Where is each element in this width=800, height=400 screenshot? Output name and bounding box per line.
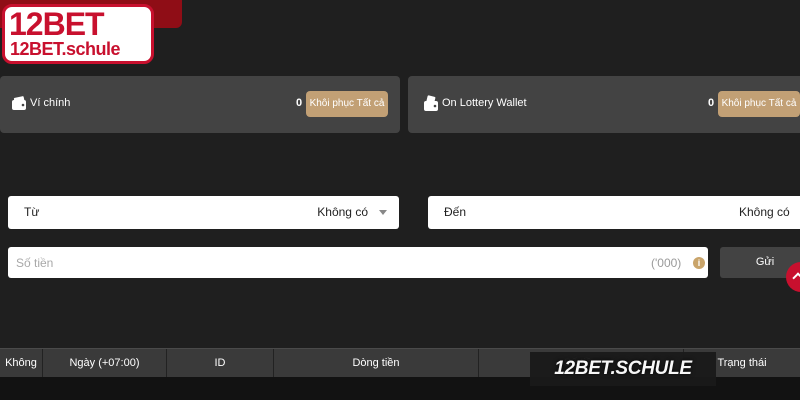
wallet-card-lottery: On Lottery Wallet 0 Khôi phục Tất cả <box>408 76 800 133</box>
to-wallet-select[interactable]: Đến Không có <box>428 196 800 229</box>
to-label: Đến <box>444 205 467 219</box>
amount-unit-label: ('000) <box>651 256 682 270</box>
amount-input[interactable] <box>16 247 636 278</box>
brand-logo[interactable]: 12BET 12BET.schule <box>2 4 154 64</box>
chevron-down-icon <box>379 210 387 215</box>
wallet-balance: 0 <box>296 97 303 109</box>
wallet-cards-icon <box>424 95 438 111</box>
column-header[interactable]: Không <box>0 349 43 378</box>
column-header[interactable]: Ngày (+07:00) <box>43 349 167 378</box>
wallet-label: Ví chính <box>30 97 71 109</box>
from-wallet-select[interactable]: Từ Không có <box>8 196 399 229</box>
wallet-icon <box>12 96 26 110</box>
wallet-label: On Lottery Wallet <box>442 97 527 109</box>
watermark: 12BET.SCHULE <box>530 352 716 386</box>
to-value: Không có <box>739 205 790 219</box>
column-header[interactable]: Dòng tiền <box>274 349 479 378</box>
column-header[interactable]: ID <box>167 349 274 378</box>
restore-all-button[interactable]: Khôi phục Tất cả <box>306 91 388 117</box>
amount-field-container: ('000) i <box>8 247 708 278</box>
wallet-card-main: Ví chính 0 Khôi phục Tất cả <box>0 76 400 133</box>
info-icon[interactable]: i <box>693 257 705 269</box>
wallet-balance: 0 <box>708 97 715 109</box>
logo-subtext: 12BET.schule <box>10 39 121 59</box>
from-label: Từ <box>24 205 40 219</box>
restore-all-button[interactable]: Khôi phục Tất cả <box>718 91 800 117</box>
logo-text: 12BET <box>9 6 105 42</box>
from-value: Không có <box>317 205 368 219</box>
